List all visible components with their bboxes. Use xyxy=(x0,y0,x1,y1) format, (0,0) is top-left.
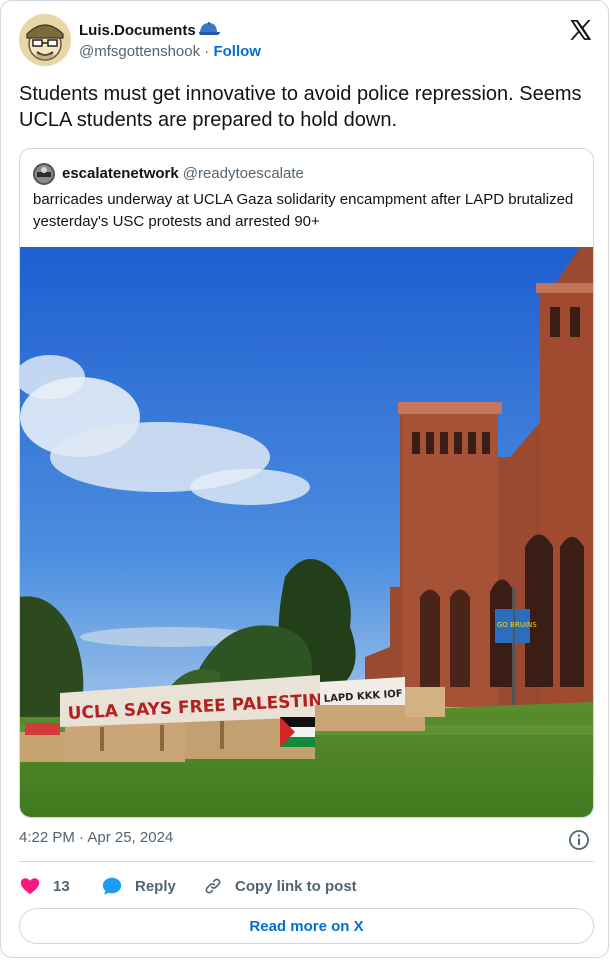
post-actions: 13 Reply Copy link to post xyxy=(19,873,594,899)
quoted-author-row: escalatenetwork @readytoescalate xyxy=(62,165,304,182)
x-logo-icon[interactable] xyxy=(568,18,592,42)
quoted-post-photo[interactable]: GO BRUINS UCLA SAYS FREE PALESTINE LAPD … xyxy=(20,247,593,817)
quoted-author-handle: @readytoescalate xyxy=(182,165,304,182)
author-handle-row: @mfsgottenshook · Follow xyxy=(79,43,261,60)
quoted-post-text: barricades underway at UCLA Gaza solidar… xyxy=(33,191,574,230)
separator-dot: · xyxy=(204,43,210,60)
quoted-author-name: escalatenetwork xyxy=(62,165,179,182)
reply-label: Reply xyxy=(135,877,176,895)
embedded-post-card: Luis.Documents @mfsgottenshook · Follow … xyxy=(0,0,609,958)
read-more-button[interactable]: Read more on X xyxy=(19,908,594,944)
read-more-label: Read more on X xyxy=(249,917,364,935)
info-icon[interactable] xyxy=(568,829,590,851)
author-avatar[interactable] xyxy=(19,14,71,66)
copy-link-button[interactable]: Copy link to post xyxy=(203,873,357,899)
blue-cap-icon xyxy=(198,22,220,35)
divider xyxy=(19,861,594,862)
link-icon xyxy=(205,878,221,894)
heart-icon xyxy=(20,878,40,895)
like-button[interactable]: 13 xyxy=(19,873,70,899)
quoted-post[interactable]: escalatenetwork @readytoescalate barricad… xyxy=(19,148,594,818)
follow-button[interactable]: Follow xyxy=(213,43,261,60)
photo-sign-text: GO BRUINS xyxy=(497,621,537,629)
reply-button[interactable]: Reply xyxy=(101,873,176,899)
post-header: Luis.Documents @mfsgottenshook · Follow xyxy=(19,14,594,66)
post-timestamp[interactable]: 4:22 PM · Apr 25, 2024 xyxy=(19,829,173,846)
author-name-text: Luis.Documents xyxy=(79,22,196,39)
copy-link-label: Copy link to post xyxy=(235,877,357,895)
author-name[interactable]: Luis.Documents xyxy=(79,20,221,39)
speech-bubble-icon xyxy=(102,877,122,895)
author-handle[interactable]: @mfsgottenshook xyxy=(79,43,200,60)
quoted-author-avatar xyxy=(33,163,55,185)
like-count: 13 xyxy=(53,877,70,895)
post-text: Students must get innovative to avoid po… xyxy=(19,83,582,131)
